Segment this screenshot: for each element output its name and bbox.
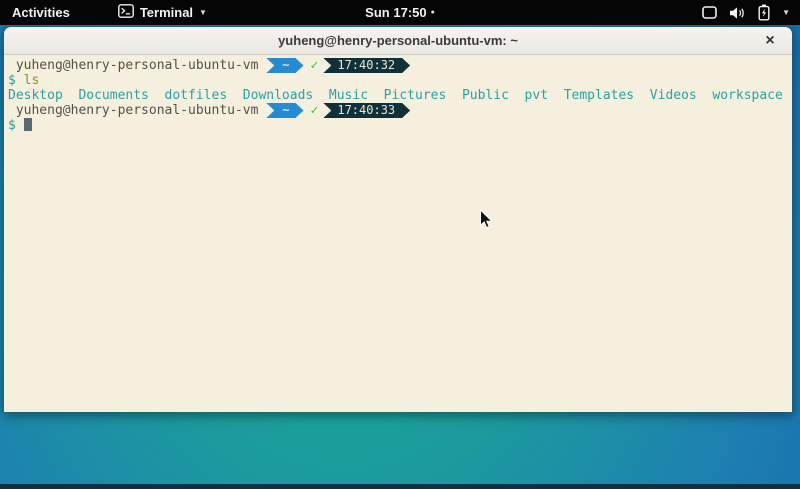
network-icon <box>702 6 717 19</box>
prompt-dollar: $ <box>8 73 24 88</box>
notification-dot-icon: ● <box>431 9 435 16</box>
activities-label: Activities <box>12 5 70 20</box>
clock-button[interactable]: Sun 17:50 ● <box>365 5 435 20</box>
system-tray-button[interactable]: ▼ <box>692 0 800 25</box>
terminal-body[interactable]: yuheng@henry-personal-ubuntu-vm ~✓17:40:… <box>4 55 792 412</box>
prompt-time-segment: 17:40:33 <box>323 103 410 118</box>
command-text: ls <box>24 73 40 88</box>
top-bar: Activities Terminal ▼ Sun 17:50 ● ▼ <box>0 0 800 25</box>
terminal-app-menu[interactable]: Terminal ▼ <box>110 0 215 25</box>
prompt-dollar: $ <box>8 118 24 133</box>
window-title: yuheng@henry-personal-ubuntu-vm: ~ <box>278 33 518 48</box>
check-icon: ✓ <box>304 103 323 118</box>
terminal-icon <box>118 4 134 21</box>
terminal-window: yuheng@henry-personal-ubuntu-vm: ~ × yuh… <box>3 26 793 412</box>
command-line: $ ls <box>8 73 792 88</box>
volume-icon <box>729 6 746 20</box>
terminal-cursor <box>24 118 32 131</box>
battery-charging-icon <box>758 4 770 21</box>
prompt-username: yuheng@henry-personal-ubuntu-vm <box>8 58 266 73</box>
chevron-down-icon: ▼ <box>199 8 207 17</box>
check-icon: ✓ <box>304 58 323 73</box>
input-line[interactable]: $ <box>8 118 792 133</box>
ls-output-line: Desktop Documents dotfiles Downloads Mus… <box>8 88 792 103</box>
prompt-time-segment: 17:40:32 <box>323 58 410 73</box>
close-icon: × <box>765 32 774 50</box>
prompt-path-segment: ~ <box>266 58 303 73</box>
prompt-path-segment: ~ <box>266 103 303 118</box>
prompt-line-1: yuheng@henry-personal-ubuntu-vm ~✓17:40:… <box>8 58 792 73</box>
prompt-line-2: yuheng@henry-personal-ubuntu-vm ~✓17:40:… <box>8 103 792 118</box>
app-menu-label: Terminal <box>140 5 193 20</box>
clock-label: Sun 17:50 <box>365 5 426 20</box>
activities-button[interactable]: Activities <box>0 0 82 25</box>
desktop-bottom-strip <box>0 484 800 489</box>
window-titlebar[interactable]: yuheng@henry-personal-ubuntu-vm: ~ × <box>4 27 792 55</box>
prompt-username: yuheng@henry-personal-ubuntu-vm <box>8 103 266 118</box>
close-button[interactable]: × <box>758 27 782 55</box>
chevron-down-icon: ▼ <box>782 8 790 17</box>
